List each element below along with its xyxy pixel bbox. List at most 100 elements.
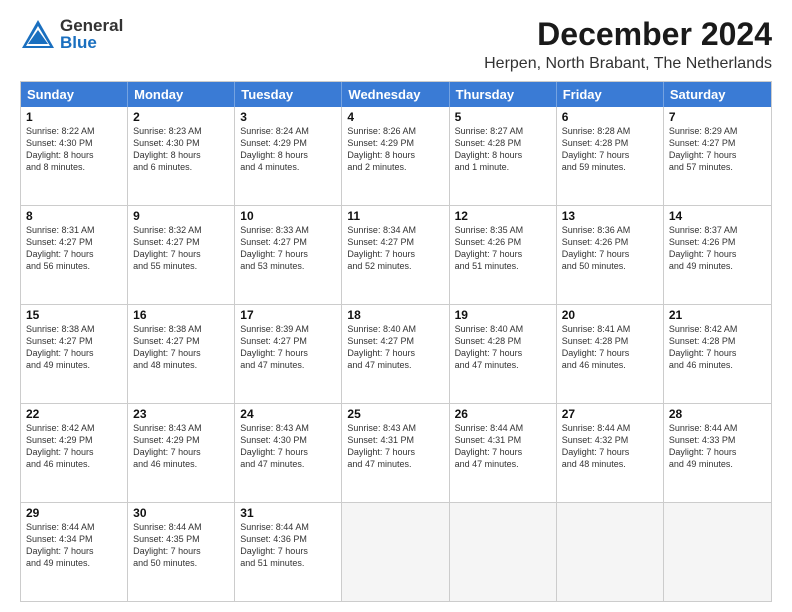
calendar-cell: 4Sunrise: 8:26 AMSunset: 4:29 PMDaylight… [342, 107, 449, 205]
calendar-row: 15Sunrise: 8:38 AMSunset: 4:27 PMDayligh… [21, 305, 771, 404]
calendar-cell: 13Sunrise: 8:36 AMSunset: 4:26 PMDayligh… [557, 206, 664, 304]
calendar-cell: 2Sunrise: 8:23 AMSunset: 4:30 PMDaylight… [128, 107, 235, 205]
calendar-cell: 3Sunrise: 8:24 AMSunset: 4:29 PMDaylight… [235, 107, 342, 205]
calendar-cell: 27Sunrise: 8:44 AMSunset: 4:32 PMDayligh… [557, 404, 664, 502]
calendar-cell: 15Sunrise: 8:38 AMSunset: 4:27 PMDayligh… [21, 305, 128, 403]
logo-blue-text: Blue [60, 34, 123, 51]
day-info: Sunrise: 8:23 AMSunset: 4:30 PMDaylight:… [133, 125, 229, 174]
calendar-cell: 8Sunrise: 8:31 AMSunset: 4:27 PMDaylight… [21, 206, 128, 304]
calendar-row: 22Sunrise: 8:42 AMSunset: 4:29 PMDayligh… [21, 404, 771, 503]
day-info: Sunrise: 8:41 AMSunset: 4:28 PMDaylight:… [562, 323, 658, 372]
main-title: December 2024 [484, 16, 772, 53]
day-number: 28 [669, 407, 766, 421]
header: General Blue December 2024 Herpen, North… [20, 16, 772, 73]
day-number: 9 [133, 209, 229, 223]
calendar-cell: 7Sunrise: 8:29 AMSunset: 4:27 PMDaylight… [664, 107, 771, 205]
calendar-cell: 28Sunrise: 8:44 AMSunset: 4:33 PMDayligh… [664, 404, 771, 502]
calendar-cell: 29Sunrise: 8:44 AMSunset: 4:34 PMDayligh… [21, 503, 128, 601]
logo-general-text: General [60, 17, 123, 34]
day-number: 17 [240, 308, 336, 322]
day-number: 27 [562, 407, 658, 421]
page: General Blue December 2024 Herpen, North… [0, 0, 792, 612]
day-number: 5 [455, 110, 551, 124]
calendar-cell: 18Sunrise: 8:40 AMSunset: 4:27 PMDayligh… [342, 305, 449, 403]
day-info: Sunrise: 8:43 AMSunset: 4:30 PMDaylight:… [240, 422, 336, 471]
day-info: Sunrise: 8:44 AMSunset: 4:36 PMDaylight:… [240, 521, 336, 570]
day-number: 1 [26, 110, 122, 124]
calendar-cell [450, 503, 557, 601]
calendar-cell: 11Sunrise: 8:34 AMSunset: 4:27 PMDayligh… [342, 206, 449, 304]
day-info: Sunrise: 8:24 AMSunset: 4:29 PMDaylight:… [240, 125, 336, 174]
logo-text: General Blue [60, 17, 123, 51]
calendar-cell: 16Sunrise: 8:38 AMSunset: 4:27 PMDayligh… [128, 305, 235, 403]
day-info: Sunrise: 8:22 AMSunset: 4:30 PMDaylight:… [26, 125, 122, 174]
day-number: 24 [240, 407, 336, 421]
day-info: Sunrise: 8:37 AMSunset: 4:26 PMDaylight:… [669, 224, 766, 273]
day-number: 22 [26, 407, 122, 421]
day-number: 8 [26, 209, 122, 223]
calendar-cell: 20Sunrise: 8:41 AMSunset: 4:28 PMDayligh… [557, 305, 664, 403]
logo: General Blue [20, 16, 123, 52]
day-info: Sunrise: 8:28 AMSunset: 4:28 PMDaylight:… [562, 125, 658, 174]
day-number: 6 [562, 110, 658, 124]
day-number: 29 [26, 506, 122, 520]
day-info: Sunrise: 8:35 AMSunset: 4:26 PMDaylight:… [455, 224, 551, 273]
calendar-header-cell: Saturday [664, 82, 771, 107]
day-info: Sunrise: 8:39 AMSunset: 4:27 PMDaylight:… [240, 323, 336, 372]
calendar-header: SundayMondayTuesdayWednesdayThursdayFrid… [21, 82, 771, 107]
calendar-cell [664, 503, 771, 601]
day-number: 3 [240, 110, 336, 124]
calendar-cell: 17Sunrise: 8:39 AMSunset: 4:27 PMDayligh… [235, 305, 342, 403]
day-number: 30 [133, 506, 229, 520]
calendar: SundayMondayTuesdayWednesdayThursdayFrid… [20, 81, 772, 602]
day-info: Sunrise: 8:43 AMSunset: 4:29 PMDaylight:… [133, 422, 229, 471]
calendar-cell: 1Sunrise: 8:22 AMSunset: 4:30 PMDaylight… [21, 107, 128, 205]
day-number: 31 [240, 506, 336, 520]
subtitle: Herpen, North Brabant, The Netherlands [484, 55, 772, 73]
day-info: Sunrise: 8:38 AMSunset: 4:27 PMDaylight:… [26, 323, 122, 372]
calendar-cell: 5Sunrise: 8:27 AMSunset: 4:28 PMDaylight… [450, 107, 557, 205]
day-number: 7 [669, 110, 766, 124]
calendar-cell: 9Sunrise: 8:32 AMSunset: 4:27 PMDaylight… [128, 206, 235, 304]
calendar-cell: 30Sunrise: 8:44 AMSunset: 4:35 PMDayligh… [128, 503, 235, 601]
calendar-header-cell: Monday [128, 82, 235, 107]
calendar-cell: 10Sunrise: 8:33 AMSunset: 4:27 PMDayligh… [235, 206, 342, 304]
day-number: 14 [669, 209, 766, 223]
day-info: Sunrise: 8:27 AMSunset: 4:28 PMDaylight:… [455, 125, 551, 174]
day-number: 25 [347, 407, 443, 421]
calendar-cell: 31Sunrise: 8:44 AMSunset: 4:36 PMDayligh… [235, 503, 342, 601]
day-number: 21 [669, 308, 766, 322]
calendar-header-cell: Tuesday [235, 82, 342, 107]
calendar-cell: 19Sunrise: 8:40 AMSunset: 4:28 PMDayligh… [450, 305, 557, 403]
calendar-header-cell: Friday [557, 82, 664, 107]
title-area: December 2024 Herpen, North Brabant, The… [484, 16, 772, 73]
day-info: Sunrise: 8:38 AMSunset: 4:27 PMDaylight:… [133, 323, 229, 372]
day-info: Sunrise: 8:36 AMSunset: 4:26 PMDaylight:… [562, 224, 658, 273]
calendar-body: 1Sunrise: 8:22 AMSunset: 4:30 PMDaylight… [21, 107, 771, 601]
day-info: Sunrise: 8:44 AMSunset: 4:33 PMDaylight:… [669, 422, 766, 471]
calendar-cell: 6Sunrise: 8:28 AMSunset: 4:28 PMDaylight… [557, 107, 664, 205]
calendar-cell [342, 503, 449, 601]
day-number: 20 [562, 308, 658, 322]
day-number: 2 [133, 110, 229, 124]
calendar-cell: 24Sunrise: 8:43 AMSunset: 4:30 PMDayligh… [235, 404, 342, 502]
day-info: Sunrise: 8:40 AMSunset: 4:28 PMDaylight:… [455, 323, 551, 372]
calendar-header-cell: Sunday [21, 82, 128, 107]
calendar-row: 1Sunrise: 8:22 AMSunset: 4:30 PMDaylight… [21, 107, 771, 206]
calendar-cell: 12Sunrise: 8:35 AMSunset: 4:26 PMDayligh… [450, 206, 557, 304]
calendar-cell: 22Sunrise: 8:42 AMSunset: 4:29 PMDayligh… [21, 404, 128, 502]
day-number: 16 [133, 308, 229, 322]
day-number: 12 [455, 209, 551, 223]
calendar-cell: 23Sunrise: 8:43 AMSunset: 4:29 PMDayligh… [128, 404, 235, 502]
day-number: 10 [240, 209, 336, 223]
day-info: Sunrise: 8:42 AMSunset: 4:29 PMDaylight:… [26, 422, 122, 471]
day-info: Sunrise: 8:44 AMSunset: 4:34 PMDaylight:… [26, 521, 122, 570]
day-info: Sunrise: 8:43 AMSunset: 4:31 PMDaylight:… [347, 422, 443, 471]
day-info: Sunrise: 8:33 AMSunset: 4:27 PMDaylight:… [240, 224, 336, 273]
calendar-row: 29Sunrise: 8:44 AMSunset: 4:34 PMDayligh… [21, 503, 771, 601]
day-number: 18 [347, 308, 443, 322]
day-info: Sunrise: 8:31 AMSunset: 4:27 PMDaylight:… [26, 224, 122, 273]
day-info: Sunrise: 8:42 AMSunset: 4:28 PMDaylight:… [669, 323, 766, 372]
day-info: Sunrise: 8:34 AMSunset: 4:27 PMDaylight:… [347, 224, 443, 273]
calendar-header-cell: Wednesday [342, 82, 449, 107]
